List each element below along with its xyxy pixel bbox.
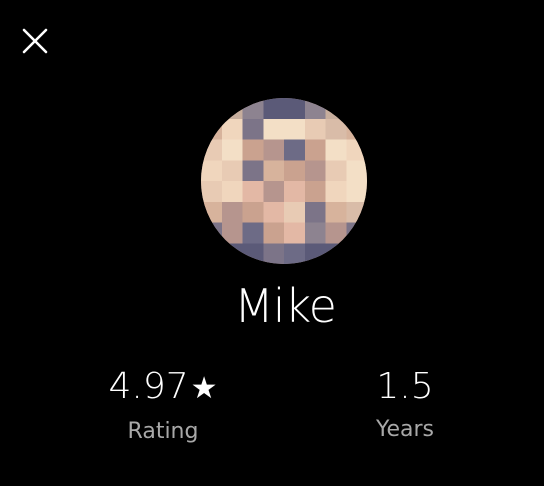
rating-value: 4.97★	[73, 364, 253, 412]
star-icon: ★	[190, 371, 218, 406]
avatar	[201, 98, 367, 264]
driver-name: Mike	[234, 279, 337, 333]
years-label: Years	[375, 417, 435, 442]
rating-stat: 4.97★ Rating	[73, 364, 253, 446]
years-stat: 1.5 Years	[315, 364, 495, 444]
years-value: 1.5	[376, 366, 434, 407]
close-icon	[22, 28, 48, 54]
avatar-image	[201, 98, 367, 264]
close-button[interactable]	[16, 22, 54, 60]
rating-number: 4.97	[108, 366, 189, 407]
rating-label: Rating	[127, 419, 199, 444]
